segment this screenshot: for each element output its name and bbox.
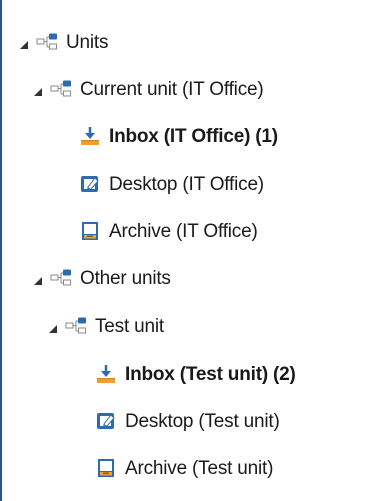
expand-arrow-icon[interactable] — [48, 321, 58, 333]
tree-node-desktop-test-unit[interactable]: Desktop (Test unit) — [95, 401, 280, 441]
archive-icon — [79, 220, 101, 242]
inbox-download-icon — [79, 125, 101, 147]
archive-icon — [95, 457, 117, 479]
units-tree: Units Current unit (IT Office) Inbox (IT… — [0, 0, 374, 501]
expand-arrow-icon[interactable] — [19, 37, 29, 49]
tree-node-label: Units — [66, 31, 109, 53]
tree-node-label: Test unit — [95, 315, 164, 337]
tree-node-archive-it-office[interactable]: Archive (IT Office) — [79, 211, 258, 251]
org-chart-icon — [65, 317, 87, 335]
tree-node-label: Other units — [80, 267, 171, 289]
tree-node-label: Inbox (Test unit) (2) — [125, 363, 296, 385]
tree-node-label: Desktop (Test unit) — [125, 410, 280, 432]
tree-node-label: Inbox (IT Office) (1) — [109, 125, 278, 147]
tree-node-label: Desktop (IT Office) — [109, 173, 264, 195]
desktop-edit-icon — [79, 173, 101, 195]
tree-node-label: Archive (Test unit) — [125, 457, 274, 479]
org-chart-icon — [50, 80, 72, 98]
tree-node-test-unit[interactable]: Test unit — [48, 306, 164, 346]
org-chart-icon — [50, 269, 72, 287]
tree-node-inbox-it-office[interactable]: Inbox (IT Office) (1) — [79, 116, 278, 156]
org-chart-icon — [36, 33, 58, 51]
tree-node-units[interactable]: Units — [19, 22, 108, 62]
tree-node-current-unit[interactable]: Current unit (IT Office) — [33, 69, 264, 109]
tree-node-label: Archive (IT Office) — [109, 220, 258, 242]
tree-node-desktop-it-office[interactable]: Desktop (IT Office) — [79, 164, 264, 204]
tree-node-other-units[interactable]: Other units — [33, 258, 171, 298]
inbox-download-icon — [95, 363, 117, 385]
tree-node-inbox-test-unit[interactable]: Inbox (Test unit) (2) — [95, 354, 296, 394]
desktop-edit-icon — [95, 410, 117, 432]
expand-arrow-icon[interactable] — [33, 273, 43, 285]
tree-node-label: Current unit (IT Office) — [80, 78, 264, 100]
expand-arrow-icon[interactable] — [33, 84, 43, 96]
tree-node-archive-test-unit[interactable]: Archive (Test unit) — [95, 448, 273, 488]
